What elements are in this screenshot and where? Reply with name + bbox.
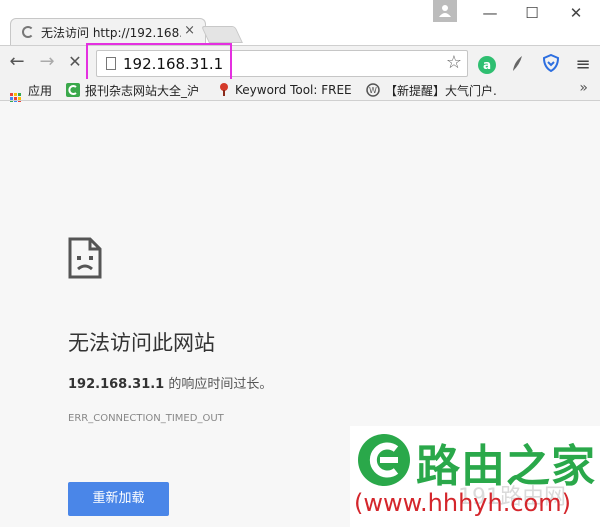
bookmarks-bar: 应用 报刊杂志网站大全_沪 Keyword Tool: FREE W 【新提醒】… [0,79,600,104]
bookmark-label: 报刊杂志网站大全_沪 [85,84,200,98]
extension-feather-button[interactable] [506,54,528,76]
error-code: ERR_CONNECTION_TIMED_OUT [68,413,224,424]
bookmark-label: Keyword Tool: FREE [235,83,352,97]
bookmark-star-icon[interactable]: ☆ [446,52,462,73]
extension-a-icon: a [478,56,496,74]
maximize-button[interactable]: ☐ [520,2,544,26]
keyword-tool-icon [218,82,230,99]
url-highlight-annotation [86,43,232,83]
error-description: 192.168.31.1 的响应时间过长。 [68,373,272,392]
stop-button[interactable]: ✕ [64,51,86,73]
bookmarks-more-button[interactable]: » [579,80,588,96]
extension-green-button[interactable]: a [476,54,498,76]
bookmark-label: 【新提醒】大气门户. [385,84,497,98]
title-bar: 无法访问 http://192.168. × — ☐ ✕ [0,0,600,45]
window-close-button[interactable]: ✕ [564,2,588,26]
bookmark-label: 应用 [28,84,53,98]
watermark-url: (www.hhhyh.com) [354,489,571,517]
tab-title: 无法访问 http://192.168. [41,26,181,40]
extension-shield-button[interactable] [540,53,562,76]
minimize-button[interactable]: — [478,2,502,26]
wordpress-icon: W [366,83,380,100]
tab-active[interactable]: 无法访问 http://192.168. × [10,18,206,45]
reload-button[interactable]: 重新加载 [68,482,169,516]
watermark-logo-icon [358,434,410,486]
tab-close-button[interactable]: × [184,23,195,38]
user-icon [439,5,451,17]
error-host: 192.168.31.1 [68,377,165,392]
bookmark-keyword-tool[interactable]: Keyword Tool: FREE [218,82,352,99]
green-c-icon [66,83,80,100]
sad-page-icon [68,237,102,279]
shield-icon [542,53,560,73]
watermark: 路由之家 191路由网 (www.hhhyh.com) [350,426,600,527]
forward-button[interactable]: → [36,51,58,73]
bookmark-apps[interactable]: 应用 [10,82,52,104]
error-message: 的响应时间过长。 [164,377,273,392]
error-title: 无法访问此网站 [68,331,215,355]
svg-text:W: W [369,86,377,95]
back-button[interactable]: ← [6,51,28,73]
menu-button[interactable]: ≡ [572,54,594,76]
new-tab-button[interactable] [201,26,243,43]
feather-icon [513,56,522,71]
bookmark-newspapers[interactable]: 报刊杂志网站大全_沪 [66,82,199,100]
loading-spinner-icon [22,26,34,38]
bookmark-portal[interactable]: W 【新提醒】大气门户. [366,82,497,100]
user-profile-button[interactable] [433,0,457,22]
